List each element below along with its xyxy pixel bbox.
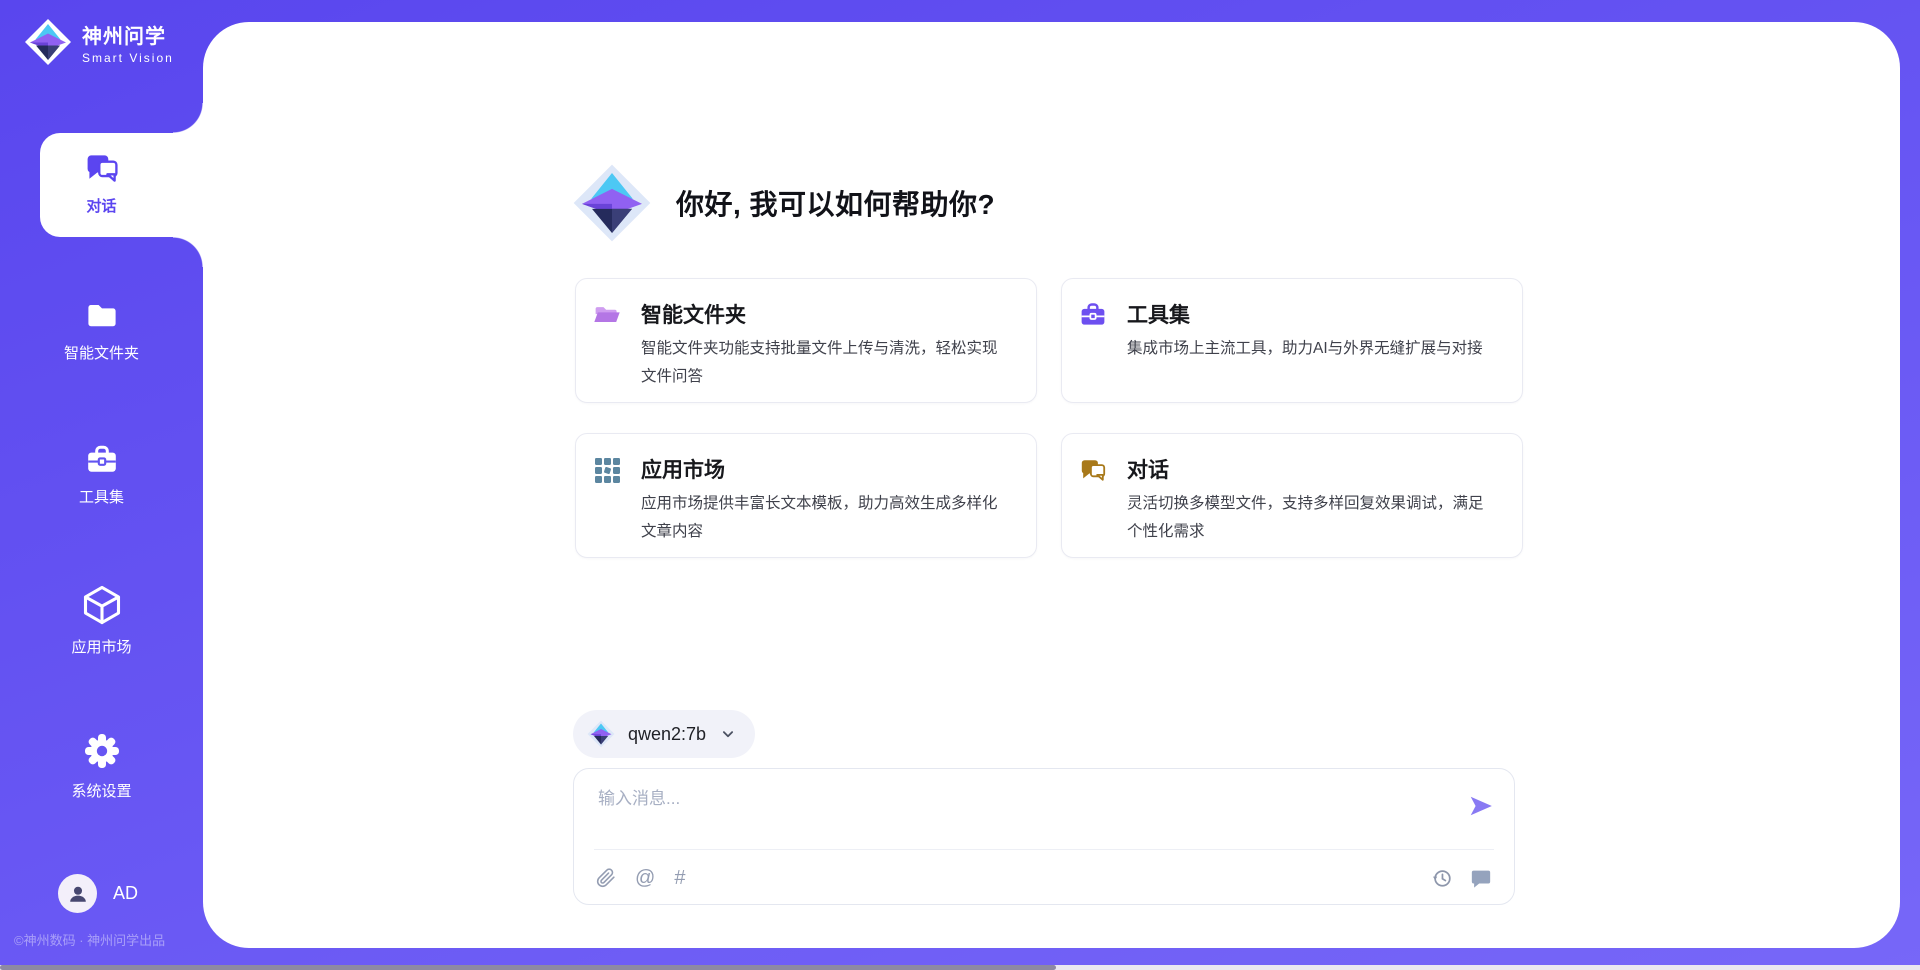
mention-icon[interactable]: @: [635, 868, 655, 888]
toolbox-icon: [1079, 301, 1107, 329]
active-tab-fillet-top: [173, 103, 203, 133]
card-app-market[interactable]: 应用市场 应用市场提供丰富长文本模板，助力高效生成多样化文章内容: [575, 433, 1037, 558]
active-tab-fillet-bottom: [173, 237, 203, 267]
card-toolset[interactable]: 工具集 集成市场上主流工具，助力AI与外界无缝扩展与对接: [1061, 278, 1523, 403]
folder-icon: [85, 299, 119, 333]
model-name: qwen2:7b: [628, 724, 706, 745]
sidebar-item-label: 系统设置: [71, 780, 131, 801]
sidebar-item-toolset[interactable]: 工具集: [0, 443, 203, 507]
message-composer: @ #: [573, 768, 1515, 905]
greeting-text: 你好, 我可以如何帮助你?: [676, 183, 995, 223]
sidebar: 神州问学 Smart Vision 对话 智能文件夹 工具集 应用市场 系统设置…: [0, 0, 203, 970]
history-icon[interactable]: [1431, 867, 1453, 889]
card-description: 集成市场上主流工具，助力AI与外界无缝扩展与对接: [1127, 335, 1498, 363]
brand: 神州问学 Smart Vision: [24, 18, 174, 66]
apps-grid-icon: [593, 456, 621, 484]
brand-subtitle: Smart Vision: [82, 51, 174, 65]
card-chat[interactable]: 对话 灵活切换多模型文件，支持多样回复效果调试，满足个性化需求: [1061, 433, 1523, 558]
card-title: 工具集: [1127, 299, 1498, 329]
card-title: 智能文件夹: [641, 299, 1012, 329]
cube-icon: [80, 583, 124, 627]
sidebar-item-settings[interactable]: 系统设置: [0, 731, 203, 801]
message-input[interactable]: [598, 784, 1448, 842]
send-icon[interactable]: [1468, 793, 1494, 819]
feature-cards: 智能文件夹 智能文件夹功能支持批量文件上传与清洗，轻松实现文件问答 工具集 集成…: [575, 278, 1523, 558]
chat-bubble-icon[interactable]: [1470, 867, 1492, 889]
card-title: 对话: [1127, 454, 1498, 484]
sidebar-item-label: 工具集: [79, 486, 124, 507]
greeting-block: 你好, 我可以如何帮助你?: [572, 163, 995, 243]
user-name: AD: [113, 883, 138, 904]
sidebar-item-label: 对话: [86, 195, 116, 216]
composer-toolbar: @ #: [574, 850, 1514, 905]
folder-open-icon: [593, 301, 621, 329]
card-description: 应用市场提供丰富长文本模板，助力高效生成多样化文章内容: [641, 490, 1012, 546]
hash-icon[interactable]: #: [674, 868, 685, 888]
card-smart-folder[interactable]: 智能文件夹 智能文件夹功能支持批量文件上传与清洗，轻松实现文件问答: [575, 278, 1037, 403]
person-icon: [65, 881, 91, 907]
model-logo-diamond-icon: [587, 720, 615, 748]
chat-icon: [1079, 456, 1107, 484]
copyright-footer: ©神州数码 · 神州问学出品: [14, 930, 165, 949]
sidebar-item-label: 应用市场: [71, 636, 131, 657]
brand-name: 神州问学: [82, 20, 174, 49]
card-description: 灵活切换多模型文件，支持多样回复效果调试，满足个性化需求: [1127, 490, 1498, 546]
avatar: [58, 874, 97, 913]
sidebar-item-label: 智能文件夹: [64, 342, 139, 363]
attachment-icon[interactable]: [596, 868, 616, 888]
brand-logo-diamond-icon: [24, 18, 72, 66]
gear-icon: [82, 731, 122, 771]
card-title: 应用市场: [641, 454, 1012, 484]
horizontal-scrollbar[interactable]: [0, 965, 1920, 970]
scrollbar-thumb[interactable]: [0, 965, 1056, 970]
toolbox-icon: [85, 443, 119, 477]
model-selector[interactable]: qwen2:7b: [573, 710, 755, 758]
sidebar-item-chat[interactable]: 对话: [0, 150, 203, 216]
card-description: 智能文件夹功能支持批量文件上传与清洗，轻松实现文件问答: [641, 335, 1012, 391]
user-profile[interactable]: AD: [58, 874, 138, 913]
sidebar-item-app-market[interactable]: 应用市场: [0, 583, 203, 657]
sidebar-item-smart-folder[interactable]: 智能文件夹: [0, 299, 203, 363]
assistant-logo-diamond-icon: [572, 163, 652, 243]
chat-icon: [84, 150, 120, 186]
chevron-down-icon: [719, 725, 737, 743]
